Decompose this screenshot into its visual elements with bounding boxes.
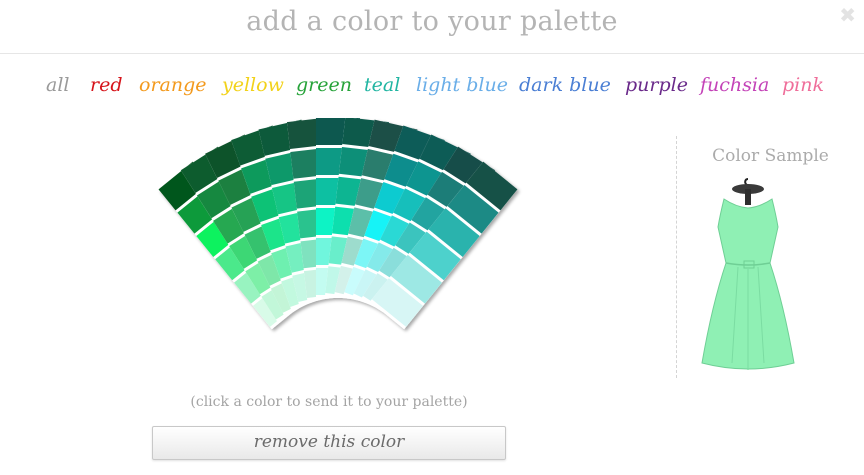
filter-red[interactable]: red	[90, 74, 123, 96]
modal-title: add a color to your palette	[246, 6, 618, 37]
instructions-text: (click a color to send it to your palett…	[190, 394, 468, 410]
filter-fuchsia[interactable]: fuchsia	[700, 74, 769, 96]
filter-orange[interactable]: orange	[139, 74, 207, 96]
remove-color-button[interactable]: remove this color	[152, 426, 506, 460]
color-sample-title: Color Sample	[712, 146, 829, 166]
color-swatch-fan	[60, 118, 620, 398]
filter-all[interactable]: all	[46, 74, 69, 96]
dress-sample-image	[692, 175, 804, 375]
filter-green[interactable]: green	[296, 74, 352, 96]
divider	[676, 136, 677, 378]
filter-dark-blue[interactable]: dark blue	[519, 74, 611, 96]
color-filter-bar: all red orange yellow green teal light b…	[0, 74, 864, 106]
modal-header: add a color to your palette ✖	[0, 0, 864, 54]
filter-purple[interactable]: purple	[625, 74, 688, 96]
filter-yellow[interactable]: yellow	[222, 74, 284, 96]
filter-light-blue[interactable]: light blue	[416, 74, 508, 96]
close-icon[interactable]: ✖	[839, 3, 856, 27]
filter-teal[interactable]: teal	[364, 74, 400, 96]
filter-pink[interactable]: pink	[782, 74, 824, 96]
